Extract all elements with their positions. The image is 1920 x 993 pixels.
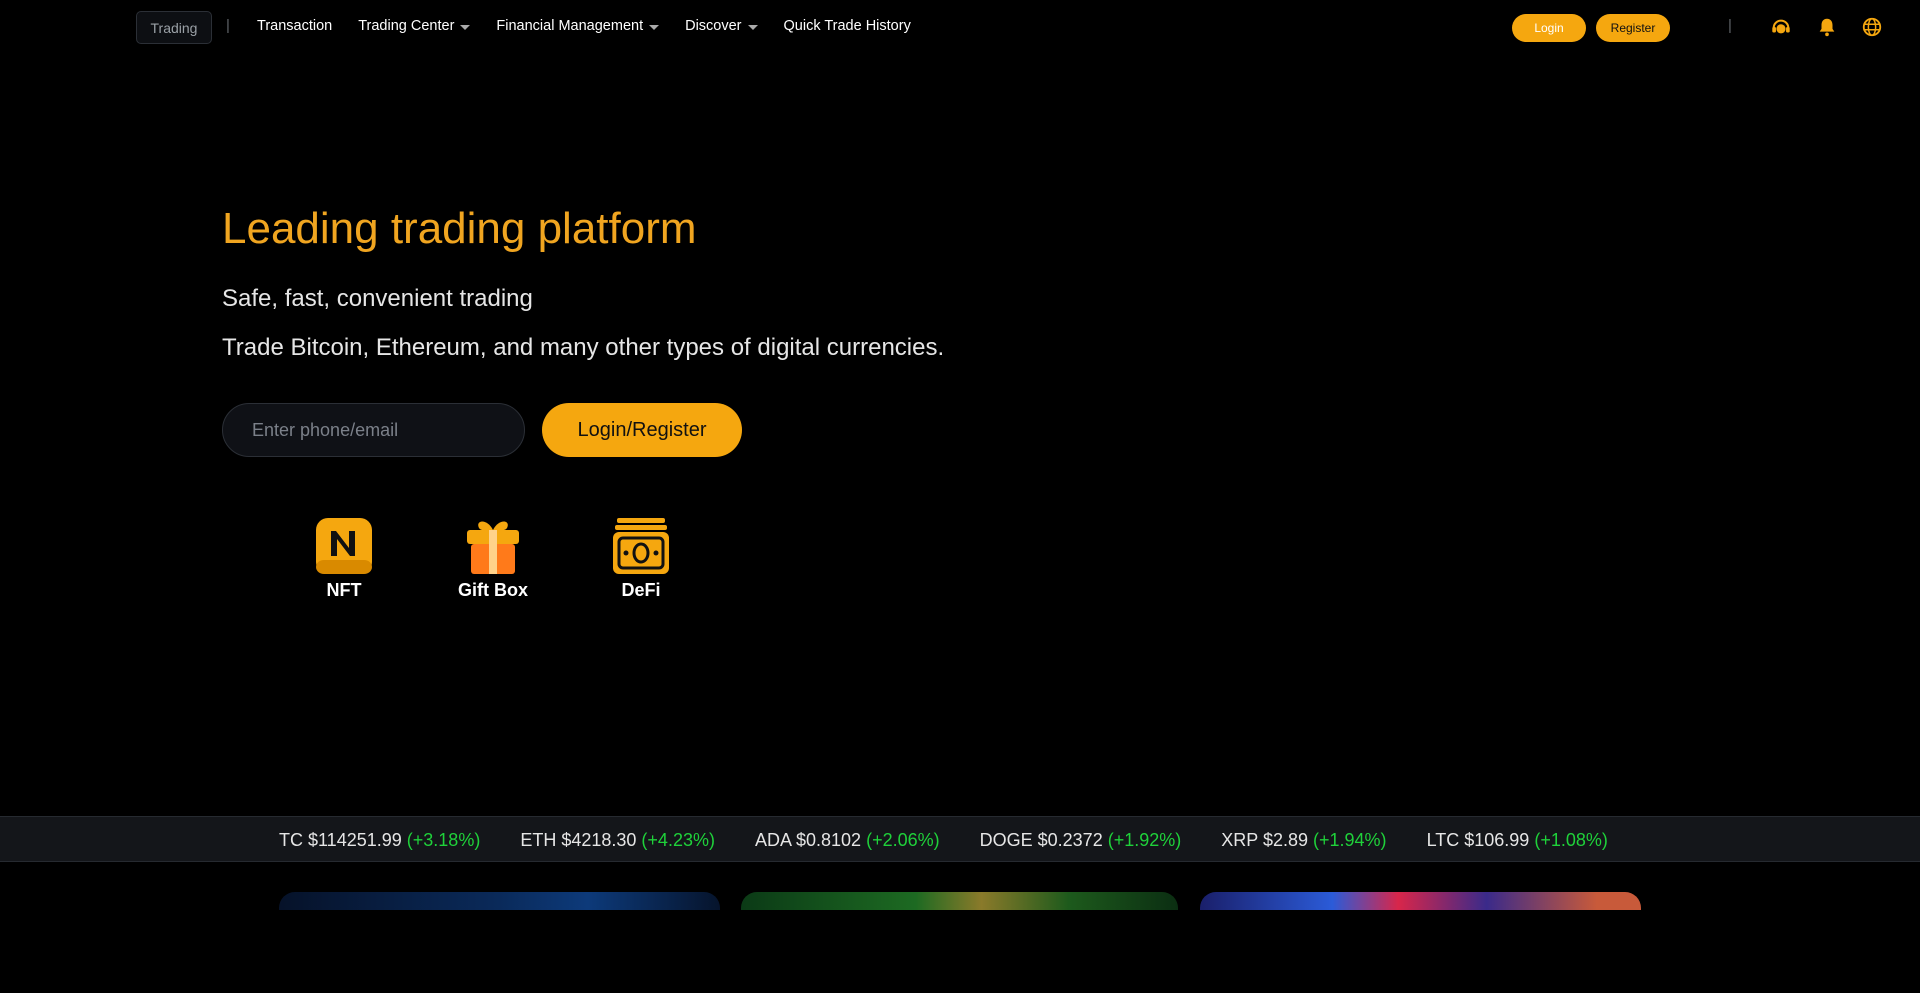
- ticker-change: (+3.18%): [406, 830, 481, 850]
- feature-gift-box[interactable]: Gift Box: [443, 516, 543, 601]
- hero-description: Trade Bitcoin, Ethereum, and many other …: [222, 334, 945, 361]
- login-button[interactable]: Login: [1512, 14, 1586, 42]
- ticker-price: XRP $2.89: [1221, 830, 1308, 850]
- bell-icon[interactable]: [1816, 16, 1838, 38]
- nav-separator: |: [226, 17, 230, 34]
- ticker-price: ETH $4218.30: [520, 830, 637, 850]
- ticker-item[interactable]: DOGE $0.2372 (+1.92%): [980, 830, 1182, 851]
- phone-email-input-wrapper: [222, 403, 525, 457]
- ticker-price: ADA $0.8102: [754, 830, 862, 850]
- support-icon[interactable]: [1770, 16, 1792, 38]
- defi-icon: [613, 518, 669, 574]
- nav-transaction-label: Transaction: [257, 18, 333, 34]
- ticker-change: (+1.92%): [1107, 830, 1182, 850]
- phone-email-input[interactable]: [223, 404, 524, 456]
- register-button[interactable]: Register: [1596, 14, 1670, 42]
- feature-nft[interactable]: NFT: [294, 516, 394, 601]
- nav-discover-label: Discover: [685, 18, 742, 34]
- ticker-item[interactable]: ETH $4218.30 (+4.23%): [520, 830, 715, 851]
- ticker-price: TC $114251.99: [279, 830, 402, 850]
- feature-defi-label: DeFi: [621, 580, 661, 600]
- promo-banner-card[interactable]: [279, 892, 720, 910]
- ticker-change: (+2.06%): [866, 830, 940, 850]
- ticker-change: (+1.94%): [1313, 830, 1387, 850]
- ticker-item[interactable]: XRP $2.89 (+1.94%): [1221, 830, 1386, 851]
- nav-quick-trade-history-label: Quick Trade History: [783, 18, 911, 34]
- globe-icon[interactable]: [1861, 16, 1883, 38]
- ticker-change: (+1.08%): [1534, 830, 1608, 850]
- ticker-item[interactable]: LTC $106.99 (+1.08%): [1427, 830, 1608, 851]
- nav-discover[interactable]: Discover: [685, 18, 758, 34]
- page-bottom-area: [0, 910, 1920, 993]
- nav-quick-trade-history[interactable]: Quick Trade History: [784, 18, 911, 34]
- feature-defi[interactable]: DeFi: [591, 516, 691, 601]
- login-register-button[interactable]: Login/Register: [542, 403, 742, 457]
- main-nav: Transaction Trading Center Financial Man…: [257, 18, 937, 34]
- nav-trading-center[interactable]: Trading Center: [358, 18, 471, 34]
- logo-trading[interactable]: Trading: [136, 11, 212, 44]
- feature-nft-label: NFT: [326, 580, 362, 600]
- ticker-price: DOGE $0.2372: [979, 830, 1103, 850]
- ticker-price: LTC $106.99: [1426, 830, 1530, 850]
- ticker-change: (+4.23%): [641, 830, 715, 850]
- nav-transaction[interactable]: Transaction: [257, 18, 332, 34]
- hero-subtitle: Safe, fast, convenient trading: [222, 285, 533, 312]
- chevron-down-icon: [747, 24, 758, 30]
- price-ticker: TC $114251.99 (+3.18%) ETH $4218.30 (+4.…: [0, 816, 1920, 862]
- ticker-item[interactable]: ADA $0.8102 (+2.06%): [755, 830, 940, 851]
- nft-icon: [316, 518, 372, 574]
- nav-financial-management[interactable]: Financial Management: [496, 18, 660, 34]
- nav-trading-center-label: Trading Center: [358, 18, 455, 34]
- hero-title: Leading trading platform: [222, 204, 697, 253]
- promo-banner-card[interactable]: [741, 892, 1178, 910]
- feature-gift-box-label: Gift Box: [458, 580, 528, 600]
- ticker-track: TC $114251.99 (+3.18%) ETH $4218.30 (+4.…: [279, 830, 1648, 851]
- promo-banner-card[interactable]: [1200, 892, 1641, 910]
- nav-financial-management-label: Financial Management: [496, 18, 644, 34]
- chevron-down-icon: [460, 24, 471, 30]
- nav-separator: |: [1728, 17, 1732, 34]
- chevron-down-icon: [649, 24, 660, 30]
- top-nav-bar: Trading | Transaction Trading Center Fin…: [0, 0, 1920, 54]
- gift-box-icon: [467, 521, 519, 574]
- ticker-item[interactable]: TC $114251.99 (+3.18%): [279, 830, 480, 851]
